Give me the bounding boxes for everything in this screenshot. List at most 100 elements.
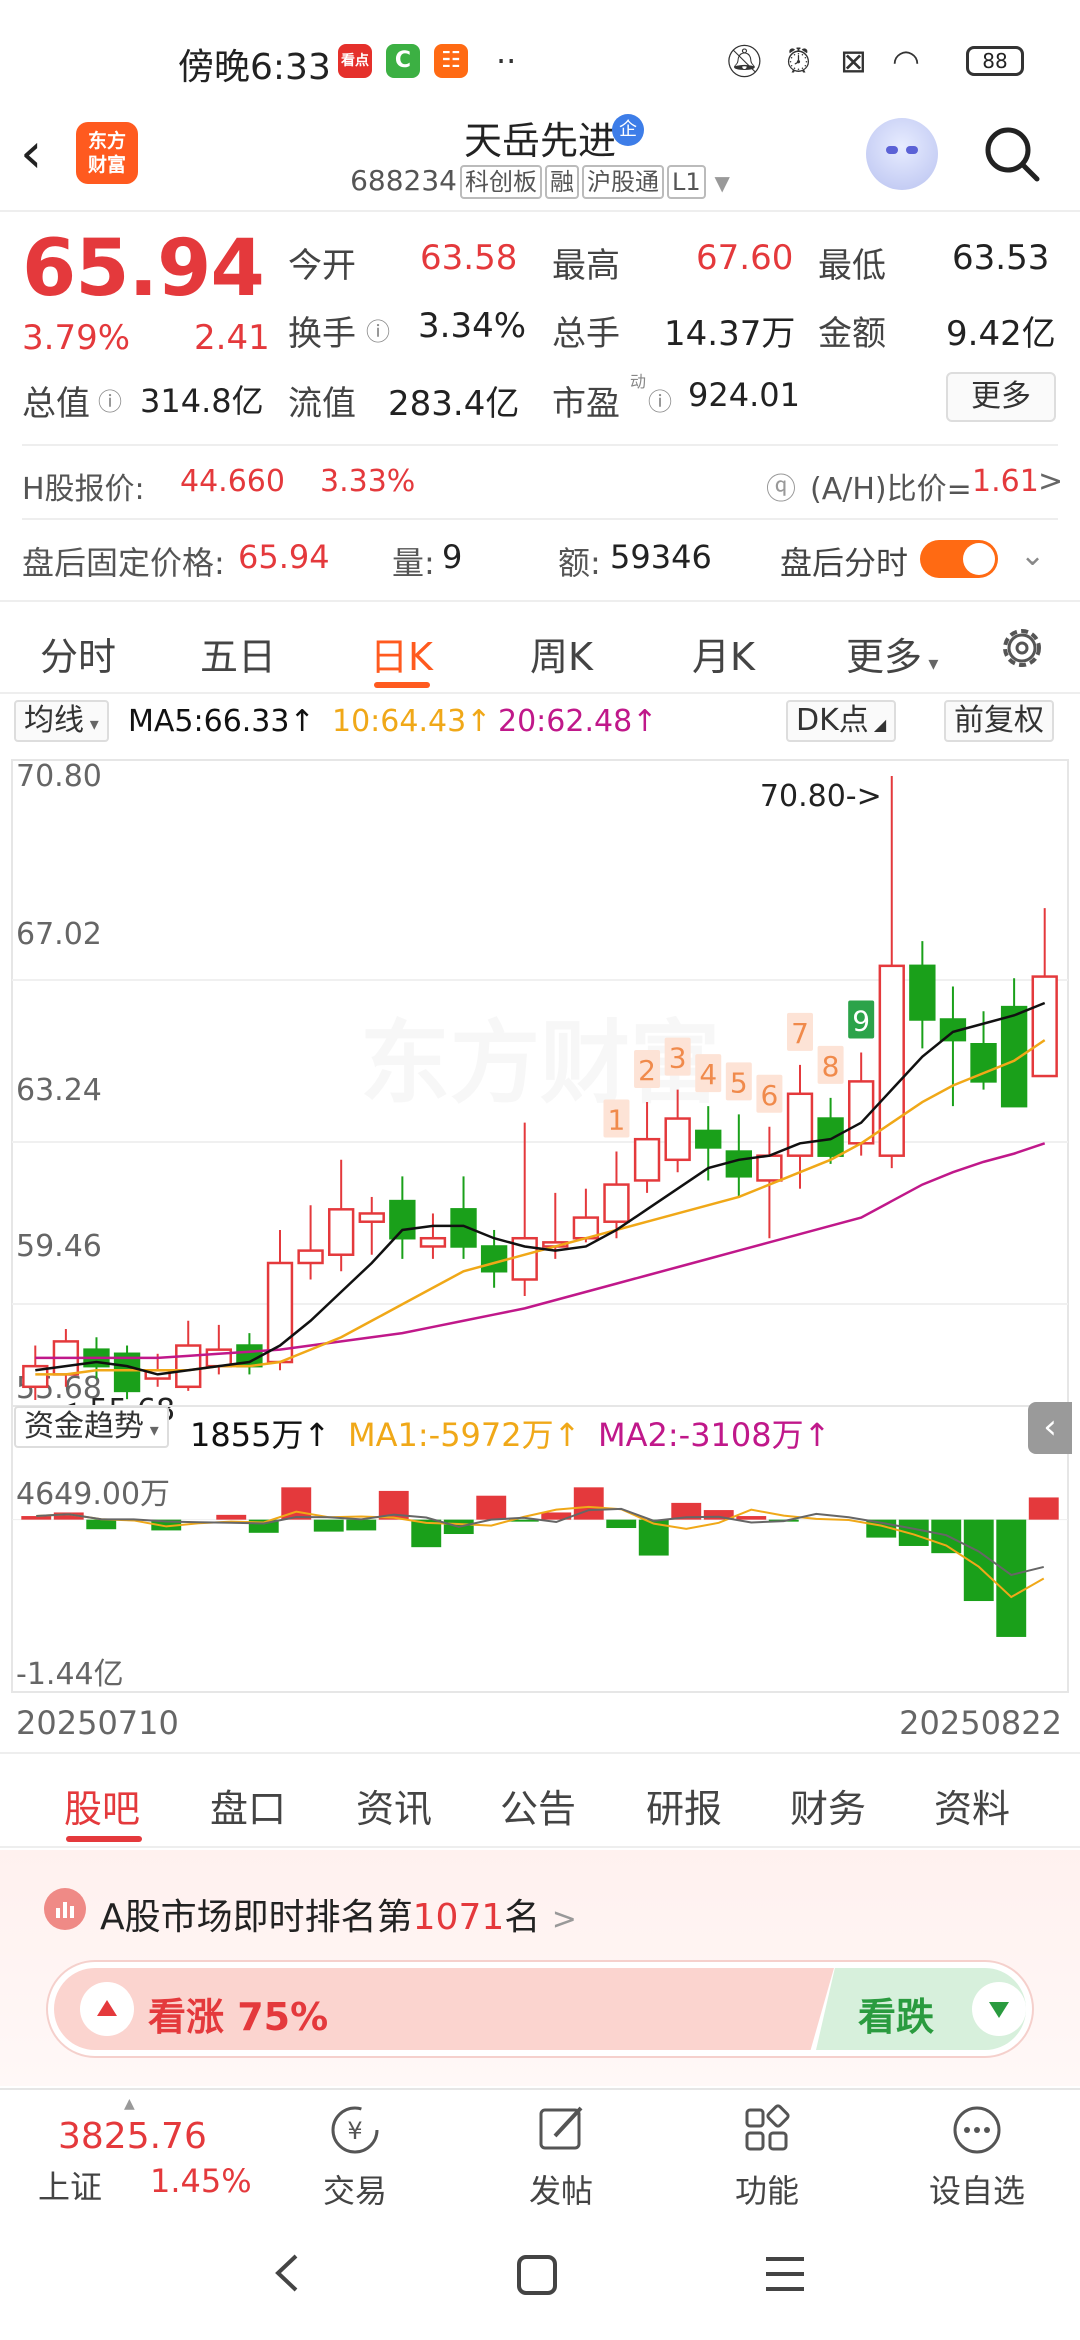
sentiment-vote-bar: 看涨 75% 看跌 xyxy=(48,1962,1032,2056)
alarm-icon: ⏰︎ xyxy=(786,42,811,80)
candle-body xyxy=(113,1352,141,1393)
functions-button[interactable]: 功能 xyxy=(702,2100,832,2212)
tab-daily-k[interactable]: 日K xyxy=(370,626,433,681)
question-icon: ⓠ xyxy=(766,472,796,507)
info-icon[interactable]: ⓘ xyxy=(98,382,122,417)
tab-news[interactable]: 资讯 xyxy=(356,1778,432,1833)
ranking-text[interactable]: A股市场即时排名第1071名 > xyxy=(100,1888,577,1940)
float-cap-label: 流值 xyxy=(288,384,356,424)
tab-announcements[interactable]: 公告 xyxy=(500,1778,576,1833)
after-hours-price: 65.94 xyxy=(238,538,330,576)
candle-body xyxy=(756,1154,783,1182)
nine-turn-label: 6 xyxy=(760,1079,778,1112)
tag-level: L1 xyxy=(666,165,706,199)
tab-finance[interactable]: 财务 xyxy=(790,1778,866,1833)
trade-button[interactable]: ¥ 交易 xyxy=(290,2100,420,2212)
hshare-price: 44.660 xyxy=(180,464,285,499)
ranking-card: A股市场即时排名第1071名 > 看涨 75% 看跌 xyxy=(0,1850,1080,2086)
market-cap-value: 314.8亿 xyxy=(140,382,264,420)
fund-flow-bar xyxy=(313,1519,344,1532)
tab-monthly-k[interactable]: 月K xyxy=(692,626,755,681)
wifi-icon: ◠ xyxy=(892,42,920,80)
add-watchlist-button[interactable]: 设自选 xyxy=(912,2100,1042,2212)
post-button[interactable]: 发帖 xyxy=(496,2100,626,2212)
assistant-robot-icon[interactable] xyxy=(866,118,938,190)
date-start-label: 20250710 xyxy=(16,1704,179,1742)
after-hours-toggle-label: 盘后分时 xyxy=(780,544,909,582)
tab-five-day[interactable]: 五日 xyxy=(200,626,276,681)
bullish-label[interactable]: 看涨 75% xyxy=(148,1986,328,2041)
index-value: 3825.76 xyxy=(58,2116,207,2157)
nav-back-icon[interactable] xyxy=(268,2250,308,2296)
ranking-number: 1071 xyxy=(412,1897,505,1938)
high-value: 67.60 xyxy=(696,238,794,278)
hshare-row[interactable]: H股报价: 44.660 3.33% ⓠ (A/H)比价= 1.61 > xyxy=(22,464,1063,508)
turnover-label: 换手 xyxy=(288,314,356,354)
collapse-panel-button[interactable]: ‹ xyxy=(1028,1402,1072,1454)
fund-ma2-line xyxy=(36,1507,1044,1577)
candle-body xyxy=(695,1129,722,1149)
status-bar: 傍晚6:33 看点 C ☷ ·· 🔕︎ ⏰︎ ⊠ ◠ 88 xyxy=(0,0,1080,110)
candle-body xyxy=(297,1249,324,1265)
fund-flow-selector[interactable]: 资金趋势 ▾ xyxy=(14,1406,169,1448)
nine-turn-label: 7 xyxy=(791,1017,809,1050)
triangle-down-icon[interactable] xyxy=(972,1982,1026,2036)
tag-connect: 沪股通 xyxy=(581,165,664,199)
search-icon[interactable] xyxy=(982,124,1042,184)
after-hours-amt: 59346 xyxy=(610,538,712,576)
market-cap-label: 总值 xyxy=(22,384,90,424)
system-navigation-bar xyxy=(0,2210,1080,2340)
turnover-value: 3.34% xyxy=(418,306,527,346)
tab-order-book[interactable]: 盘口 xyxy=(210,1778,286,1833)
tab-research[interactable]: 研报 xyxy=(646,1778,722,1833)
candle-body xyxy=(664,1117,691,1162)
info-icon[interactable]: ⓘ xyxy=(366,312,390,347)
current-price: 65.94 xyxy=(22,224,265,314)
tag-star-market: 科创板 xyxy=(459,165,542,199)
nav-home-icon[interactable] xyxy=(516,2254,558,2296)
fund-flow-value: 1855万↑ xyxy=(190,1416,331,1454)
info-icon[interactable]: ⓘ xyxy=(648,382,672,417)
tab-forum[interactable]: 股吧 xyxy=(64,1778,140,1833)
mute-icon: 🔕︎ xyxy=(724,42,765,80)
after-hours-toggle[interactable] xyxy=(920,540,998,578)
tab-profile[interactable]: 资料 xyxy=(934,1778,1010,1833)
fund-flow-bar xyxy=(1028,1497,1059,1520)
divider xyxy=(22,444,1058,446)
caret-up-icon: ▲ xyxy=(124,2096,135,2112)
after-hours-label: 盘后固定价格: xyxy=(22,544,225,582)
volume-label: 总手 xyxy=(552,314,620,354)
gear-icon[interactable] xyxy=(996,622,1048,674)
triangle-up-icon[interactable] xyxy=(80,1982,134,2036)
float-cap-value: 283.4亿 xyxy=(388,384,520,424)
status-time: 傍晚6:33 xyxy=(178,47,331,88)
low-value: 63.53 xyxy=(952,238,1050,278)
fund-y-min-label: -1.44亿 xyxy=(16,1657,124,1692)
open-label: 今开 xyxy=(288,246,356,286)
low-label: 最低 xyxy=(818,246,886,286)
bearish-label[interactable]: 看跌 xyxy=(858,1986,934,2041)
enterprise-badge: 企 xyxy=(612,114,644,146)
index-ticker[interactable]: ▲ 3825.76 上证 1.45% xyxy=(38,2096,258,2206)
tab-more[interactable]: 更多 ▾ xyxy=(846,626,938,681)
kline-chart[interactable]: 东方财富70.8067.0263.2459.4655.6812 34 5 678970… xyxy=(0,694,1080,1752)
y-axis-label: 63.24 xyxy=(16,1073,102,1108)
nine-turn-label: 4 xyxy=(699,1058,717,1091)
change-amount: 2.41 xyxy=(194,318,270,358)
chevron-down-icon[interactable]: ⌄ xyxy=(1020,538,1045,573)
more-quote-button[interactable]: 更多 xyxy=(946,372,1056,422)
fund-flow-bar xyxy=(216,1514,247,1520)
edit-icon xyxy=(539,2106,583,2150)
more-circle-icon xyxy=(953,2106,1001,2154)
candle-body xyxy=(480,1245,508,1273)
tab-weekly-k[interactable]: 周K xyxy=(530,626,593,681)
fund-flow-ma2: MA2:-3108万↑ xyxy=(598,1416,831,1454)
candle-body xyxy=(817,1117,844,1157)
tab-intraday[interactable]: 分时 xyxy=(40,626,116,681)
nine-turn-label: 5 xyxy=(730,1066,748,1099)
battery-icon: 88 xyxy=(966,46,1024,76)
pe-superscript: 动 xyxy=(630,372,647,391)
nav-menu-icon[interactable] xyxy=(762,2254,808,2294)
index-percent: 1.45% xyxy=(150,2162,252,2200)
chevron-right-icon: > xyxy=(551,1902,577,1937)
